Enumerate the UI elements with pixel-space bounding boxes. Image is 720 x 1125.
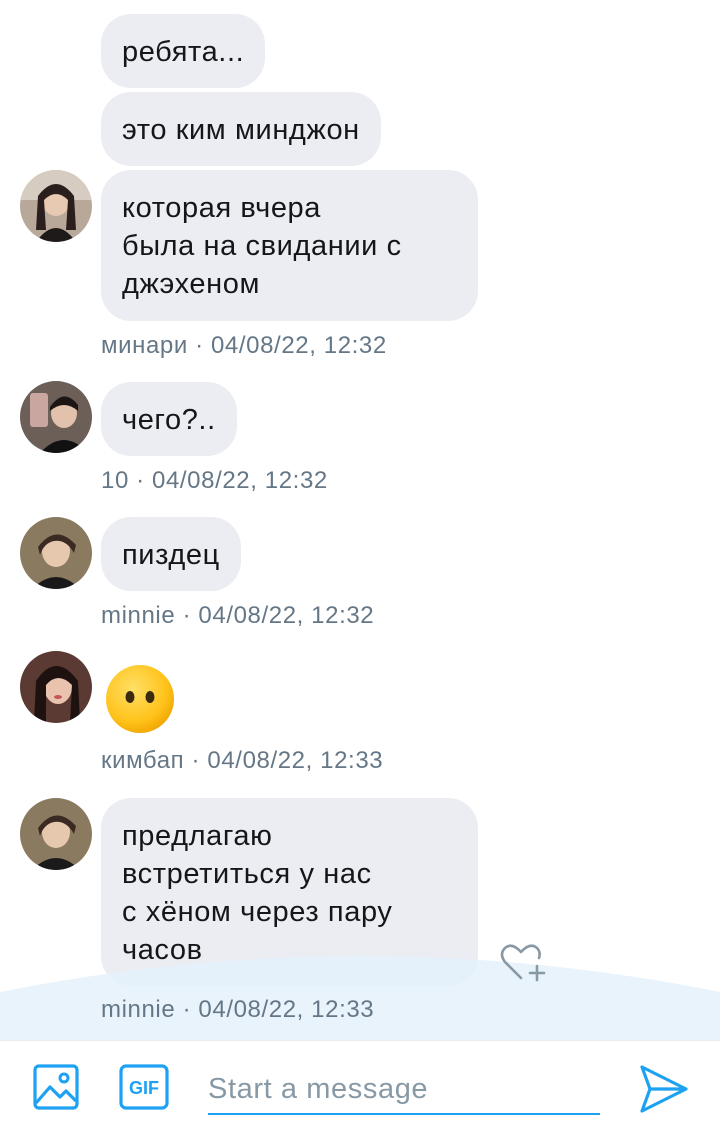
message-meta: minnie · 04/08/22, 12:32 — [101, 602, 375, 629]
message-meta: минари · 04/08/22, 12:32 — [101, 332, 387, 359]
message-bubble[interactable]: которая вчера была на свидании с джэхено… — [101, 170, 478, 321]
image-icon[interactable] — [32, 1063, 80, 1116]
avatar[interactable] — [20, 798, 92, 870]
avatar[interactable] — [20, 651, 92, 723]
avatar[interactable] — [20, 517, 92, 589]
message-bubble[interactable]: предлагаю встретиться у нас с хёном чере… — [101, 798, 478, 986]
heart-plus-icon[interactable] — [499, 940, 547, 984]
message-bubble[interactable]: чего?.. — [101, 382, 237, 456]
message-bubble[interactable]: ребята... — [101, 14, 266, 88]
gif-icon[interactable]: GIF — [118, 1063, 170, 1116]
gif-label: GIF — [129, 1078, 159, 1098]
message-input[interactable] — [208, 1065, 600, 1115]
message-meta: кимбап · 04/08/22, 12:33 — [101, 747, 384, 774]
send-icon[interactable] — [636, 1061, 692, 1122]
conversation-area: ребята... это ким минджон которая вчера … — [0, 0, 720, 1040]
avatar[interactable] — [20, 381, 92, 453]
message-meta: 10 · 04/08/22, 12:32 — [101, 467, 328, 494]
face-without-mouth-emoji[interactable] — [104, 663, 176, 735]
avatar[interactable] — [20, 170, 92, 242]
message-composer: GIF — [0, 1040, 720, 1125]
message-bubble[interactable]: это ким минджон — [101, 92, 381, 166]
message-bubble[interactable]: пиздец — [101, 517, 241, 591]
message-meta: minnie · 04/08/22, 12:33 — [101, 996, 375, 1023]
